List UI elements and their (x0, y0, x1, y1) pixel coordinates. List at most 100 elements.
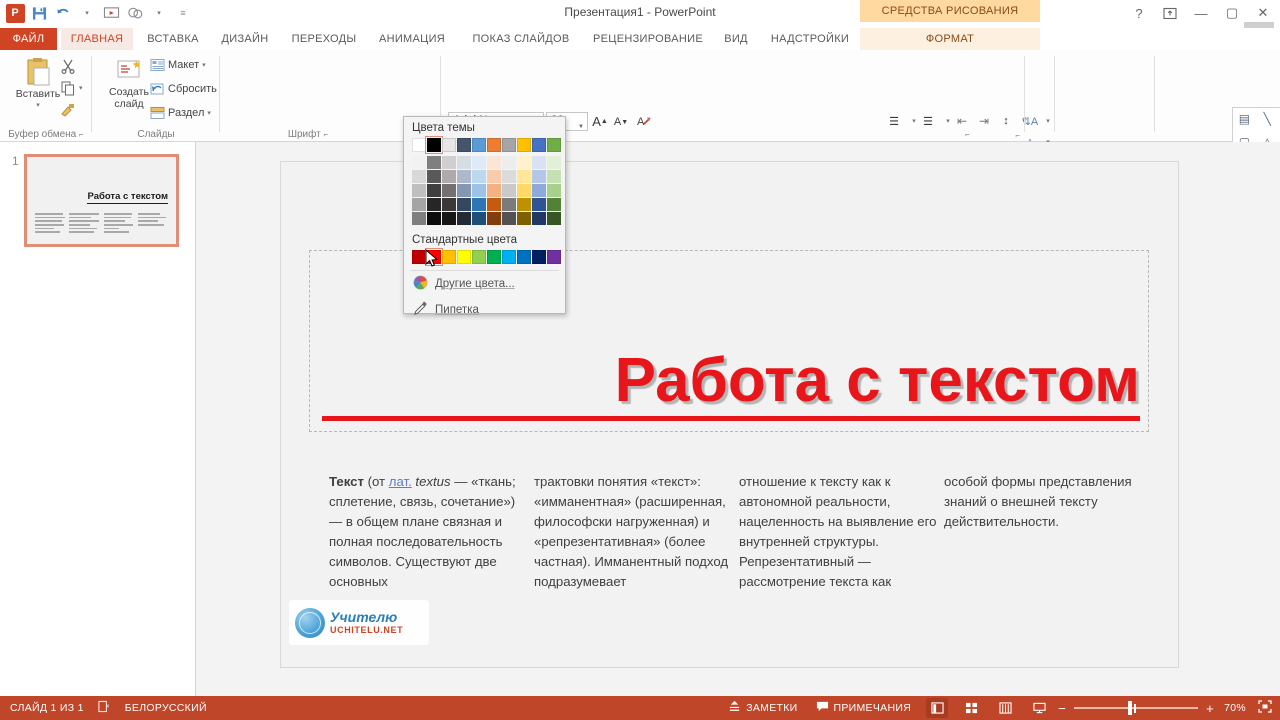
theme-color-variation-2-9[interactable] (547, 184, 561, 197)
tab-addins[interactable]: НАДСТРОЙКИ (762, 28, 858, 50)
theme-color-variation-0-0[interactable] (412, 156, 426, 169)
theme-color-variation-3-8[interactable] (532, 198, 546, 211)
theme-color-variation-2-3[interactable] (457, 184, 471, 197)
tab-format[interactable]: ФОРМАТ (860, 28, 1040, 50)
theme-color-swatch-5[interactable] (487, 138, 501, 152)
zoom-thumb[interactable] (1128, 701, 1133, 715)
theme-color-variation-0-5[interactable] (487, 156, 501, 169)
section-button[interactable]: Раздел ▾ (150, 106, 211, 120)
tab-design[interactable]: ДИЗАЙН (214, 28, 276, 50)
theme-color-variation-2-6[interactable] (502, 184, 516, 197)
theme-color-variation-4-4[interactable] (472, 212, 486, 225)
theme-color-variation-1-0[interactable] (412, 170, 426, 183)
minimize-button[interactable]: — (1190, 3, 1212, 23)
slide-body-text[interactable]: Текст (от лат. textus — «ткань; сплетени… (329, 472, 1149, 592)
undo-dropdown-icon[interactable]: ▾ (76, 2, 98, 24)
theme-color-variation-4-5[interactable] (487, 212, 501, 225)
theme-color-variation-3-6[interactable] (502, 198, 516, 211)
theme-color-swatch-7[interactable] (517, 138, 531, 152)
standard-color-swatch-1[interactable] (425, 248, 443, 266)
theme-color-swatch-0[interactable] (412, 138, 426, 152)
copy-button[interactable]: ▾ (60, 80, 83, 96)
theme-color-variation-0-2[interactable] (442, 156, 456, 169)
theme-color-variation-2-7[interactable] (517, 184, 531, 197)
theme-color-variation-0-6[interactable] (502, 156, 516, 169)
theme-color-variation-4-1[interactable] (427, 212, 441, 225)
standard-color-swatch-4[interactable] (472, 250, 486, 264)
layout-button[interactable]: Макет ▾ (150, 58, 206, 72)
language-indicator[interactable]: БЕЛОРУССКИЙ (125, 702, 207, 714)
tab-slideshow[interactable]: ПОКАЗ СЛАЙДОВ (460, 28, 582, 50)
theme-color-swatch-2[interactable] (442, 138, 456, 152)
theme-color-variation-3-7[interactable] (517, 198, 531, 211)
notes-button[interactable]: ЗАМЕТКИ (725, 696, 800, 720)
view-slideshow-button[interactable] (1028, 698, 1050, 718)
theme-color-variation-0-8[interactable] (532, 156, 546, 169)
theme-color-variation-4-0[interactable] (412, 212, 426, 225)
standard-color-swatch-2[interactable] (442, 250, 456, 264)
theme-color-variation-4-7[interactable] (517, 212, 531, 225)
cut-button[interactable] (60, 58, 76, 74)
theme-color-variation-1-2[interactable] (442, 170, 456, 183)
shape-line-icon[interactable]: ╲ (1256, 108, 1279, 131)
tab-transitions[interactable]: ПЕРЕХОДЫ (284, 28, 364, 50)
restore-button[interactable]: ▢ (1221, 3, 1243, 23)
theme-color-swatch-9[interactable] (547, 138, 561, 152)
theme-color-variation-0-3[interactable] (457, 156, 471, 169)
theme-color-variation-1-3[interactable] (457, 170, 471, 183)
theme-color-variation-0-9[interactable] (547, 156, 561, 169)
format-painter-button[interactable] (60, 102, 76, 118)
theme-color-variation-1-8[interactable] (532, 170, 546, 183)
theme-color-swatch-6[interactable] (502, 138, 516, 152)
view-slide-sorter-button[interactable] (960, 698, 982, 718)
help-button[interactable]: ? (1128, 3, 1150, 23)
theme-color-variation-3-9[interactable] (547, 198, 561, 211)
zoom-out-button[interactable]: − (1058, 701, 1066, 716)
zoom-level-label[interactable]: 70% (1224, 702, 1246, 714)
theme-color-swatch-3[interactable] (457, 138, 471, 152)
view-reading-button[interactable] (994, 698, 1016, 718)
tab-home[interactable]: ГЛАВНАЯ (61, 28, 133, 50)
standard-color-swatch-3[interactable] (457, 250, 471, 264)
theme-color-variation-0-1[interactable] (427, 156, 441, 169)
shape-textbox-icon[interactable]: ▤ (1233, 108, 1256, 131)
more-colors-menu-item[interactable]: Другие цвета... (404, 271, 565, 297)
theme-color-variation-3-3[interactable] (457, 198, 471, 211)
zoom-slider[interactable]: − + (1058, 696, 1214, 720)
theme-color-variation-3-4[interactable] (472, 198, 486, 211)
theme-color-variation-4-3[interactable] (457, 212, 471, 225)
fit-to-window-button[interactable] (1258, 700, 1272, 716)
theme-color-swatch-4[interactable] (472, 138, 486, 152)
standard-color-swatch-5[interactable] (487, 250, 501, 264)
theme-color-variation-3-1[interactable] (427, 198, 441, 211)
standard-color-swatch-9[interactable] (547, 250, 561, 264)
theme-color-swatch-8[interactable] (532, 138, 546, 152)
proofing-icon[interactable]: x (98, 700, 111, 716)
qat-overflow-icon[interactable]: ≡ (172, 2, 194, 24)
lat-link[interactable]: лат. (389, 474, 412, 489)
eyedropper-menu-item[interactable]: Пипетка (404, 297, 565, 323)
standard-color-swatch-8[interactable] (532, 250, 546, 264)
theme-color-variation-3-2[interactable] (442, 198, 456, 211)
paste-button[interactable]: Вставить ▾ (10, 56, 66, 112)
theme-color-variation-1-5[interactable] (487, 170, 501, 183)
undo-icon[interactable] (52, 2, 74, 24)
theme-color-variation-4-9[interactable] (547, 212, 561, 225)
close-button[interactable]: ✕ (1252, 3, 1274, 23)
shapes-icon[interactable] (124, 2, 146, 24)
tab-insert[interactable]: ВСТАВКА (140, 28, 206, 50)
theme-color-variation-0-4[interactable] (472, 156, 486, 169)
theme-color-variation-4-8[interactable] (532, 212, 546, 225)
start-slideshow-icon[interactable] (100, 2, 122, 24)
font-color-dropdown[interactable]: Цвета темы Стандартные цвета Другие цвет… (403, 116, 566, 316)
theme-color-variation-3-0[interactable] (412, 198, 426, 211)
theme-color-variation-1-1[interactable] (427, 170, 441, 183)
theme-color-variation-3-5[interactable] (487, 198, 501, 211)
slide-thumbnail-1[interactable]: Работа с текстом (24, 154, 179, 247)
theme-color-variation-4-6[interactable] (502, 212, 516, 225)
theme-color-variation-1-7[interactable] (517, 170, 531, 183)
comments-button[interactable]: ПРИМЕЧАНИЯ (813, 696, 915, 720)
save-icon[interactable] (28, 2, 50, 24)
drawing-dialog-launcher-icon[interactable]: ⌐ (1015, 131, 1020, 140)
theme-color-variation-2-1[interactable] (427, 184, 441, 197)
